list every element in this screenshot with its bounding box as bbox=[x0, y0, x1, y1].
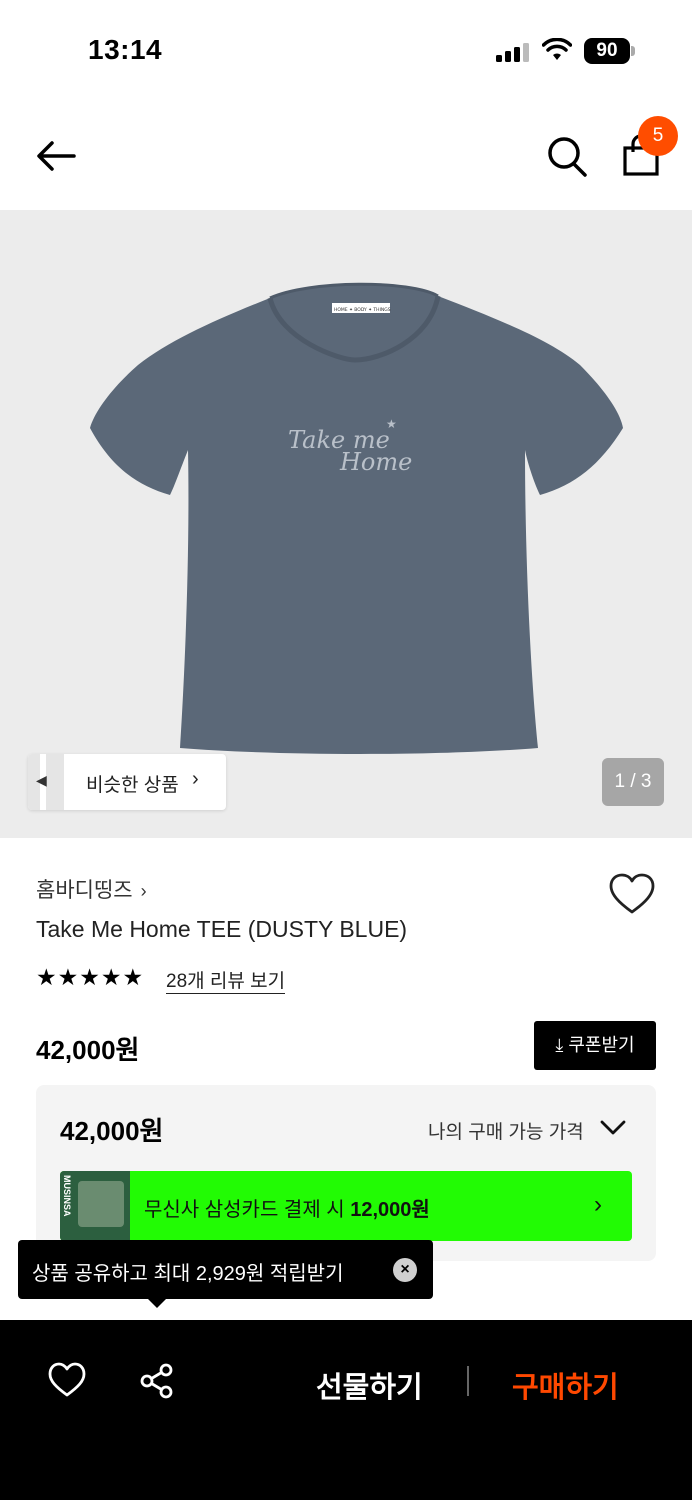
heart-icon[interactable] bbox=[608, 872, 656, 916]
signal-icon bbox=[496, 43, 529, 62]
similar-products-button[interactable]: ◀ 비슷한 상품 › bbox=[28, 754, 226, 810]
cart-count-badge: 5 bbox=[638, 116, 678, 156]
neck-label-text: HOME ✦ BODY ✦ THINGS bbox=[334, 307, 391, 313]
back-arrow-icon[interactable] bbox=[32, 134, 80, 178]
download-icon: ⤓ bbox=[555, 1035, 569, 1055]
heart-icon[interactable] bbox=[48, 1362, 86, 1398]
buy-button[interactable]: 구매하기 bbox=[512, 1364, 619, 1406]
status-time: 13:14 bbox=[88, 34, 163, 65]
card-thumb-brand: MUSINSA bbox=[62, 1175, 72, 1217]
price-details-box: 42,000원 나의 구매 가능 가격 MUSINSA 무신사 삼성카드 결제 … bbox=[36, 1085, 656, 1261]
svg-text:★: ★ bbox=[386, 417, 397, 431]
tooltip-text: 상품 공유하고 최대 2,929원 적립받기 bbox=[32, 1263, 344, 1285]
tooltip-tail bbox=[148, 1299, 166, 1308]
coupon-label: 쿠폰받기 bbox=[568, 1035, 635, 1055]
chevron-right-icon: › bbox=[140, 881, 147, 901]
gift-button[interactable]: 선물하기 bbox=[316, 1364, 423, 1406]
print-text-line2: Home bbox=[339, 448, 412, 476]
price-box-amount: 42,000원 bbox=[60, 1116, 164, 1146]
star-rating-icon: ★★★★★ bbox=[36, 964, 145, 990]
card-promo-banner[interactable]: MUSINSA 무신사 삼성카드 결제 시 12,000원 › bbox=[60, 1171, 632, 1241]
similar-products-label: 비슷한 상품 bbox=[86, 775, 179, 796]
divider bbox=[467, 1366, 469, 1396]
image-page-counter: 1 / 3 bbox=[602, 758, 664, 806]
product-price: 42,000원 bbox=[36, 1035, 140, 1065]
card-promo-text: 무신사 삼성카드 결제 시 12,000원 bbox=[144, 1199, 430, 1221]
status-bar: 13:14 90 bbox=[0, 0, 692, 100]
top-navigation bbox=[0, 100, 692, 210]
chevron-right-icon: › bbox=[192, 768, 199, 790]
search-icon[interactable] bbox=[546, 134, 588, 178]
product-image: HOME ✦ BODY ✦ THINGS Take me ★ Home bbox=[90, 282, 623, 754]
wifi-icon bbox=[542, 38, 572, 60]
share-icon[interactable] bbox=[138, 1362, 176, 1400]
my-price-toggle[interactable]: 나의 구매 가능 가격 bbox=[428, 1117, 584, 1144]
chevron-right-icon: › bbox=[594, 1191, 602, 1218]
chevron-left-icon: ◀ bbox=[36, 772, 47, 788]
battery-indicator: 90 bbox=[584, 38, 630, 64]
share-reward-tooltip: 상품 공유하고 최대 2,929원 적립받기 × bbox=[18, 1240, 433, 1308]
product-image-gallery[interactable]: HOME ✦ BODY ✦ THINGS Take me ★ Home ◀ 비슷… bbox=[0, 210, 692, 838]
card-promo-thumbnail: MUSINSA bbox=[60, 1171, 130, 1241]
similar-products-thumbnail: ◀ bbox=[28, 754, 64, 810]
brand-name: 홈바디띵즈 bbox=[36, 879, 133, 902]
bottom-action-bar: 선물하기 구매하기 bbox=[0, 1320, 692, 1500]
close-icon[interactable]: × bbox=[393, 1258, 417, 1282]
review-link[interactable]: 28개 리뷰 보기 bbox=[166, 966, 286, 994]
battery-tip bbox=[631, 46, 635, 56]
brand-link[interactable]: 홈바디띵즈 › bbox=[36, 874, 147, 904]
coupon-download-button[interactable]: ⤓ 쿠폰받기 bbox=[534, 1021, 656, 1070]
product-title: Take Me Home TEE (DUSTY BLUE) bbox=[36, 916, 408, 942]
chevron-down-icon[interactable] bbox=[600, 1117, 626, 1137]
